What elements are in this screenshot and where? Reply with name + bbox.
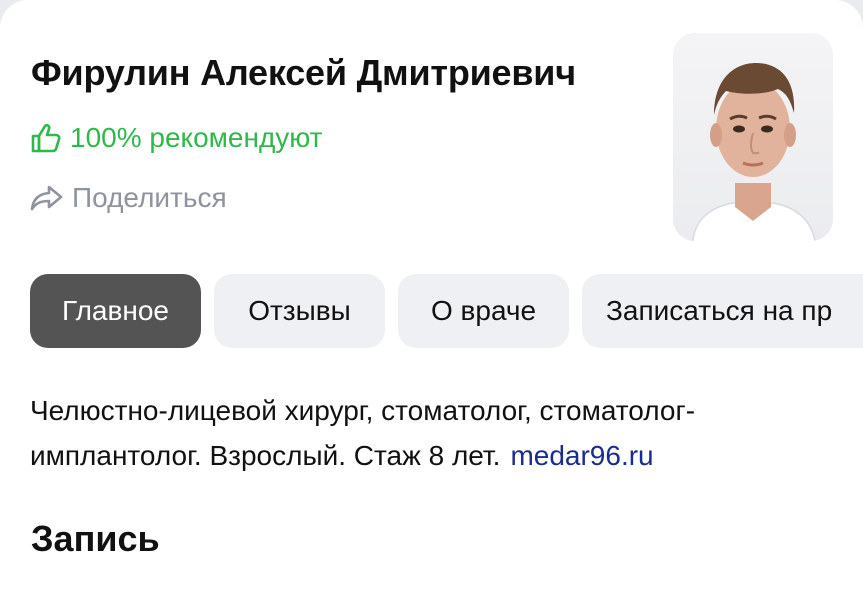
tab-about-doctor[interactable]: О враче (398, 274, 569, 348)
section-title-booking: Запись (31, 518, 160, 559)
doctor-avatar (673, 33, 833, 241)
doctor-card: Фирулин Алексей Дмитриевич 100% рекоменд… (0, 0, 863, 600)
share-button[interactable]: Поделиться (30, 178, 227, 218)
share-label: Поделиться (72, 182, 227, 213)
recommend-rating: 100% рекомендуют (30, 118, 323, 158)
tab-reviews[interactable]: Отзывы (214, 274, 385, 348)
tab-bar: Главное Отзывы О враче Записаться на пр (30, 274, 863, 348)
doctor-name: Фирулин Алексей Дмитриевич (31, 52, 576, 93)
thumbs-up-icon (31, 123, 61, 153)
tab-main[interactable]: Главное (30, 274, 201, 348)
recommend-text: 100% рекомендуют (70, 122, 323, 153)
share-arrow-icon (30, 185, 63, 211)
tab-book-appointment[interactable]: Записаться на пр (582, 274, 863, 348)
clinic-link[interactable]: medar96.ru (510, 440, 653, 471)
doctor-description: Челюстно-лицевой хирург, стоматолог, сто… (30, 388, 850, 478)
